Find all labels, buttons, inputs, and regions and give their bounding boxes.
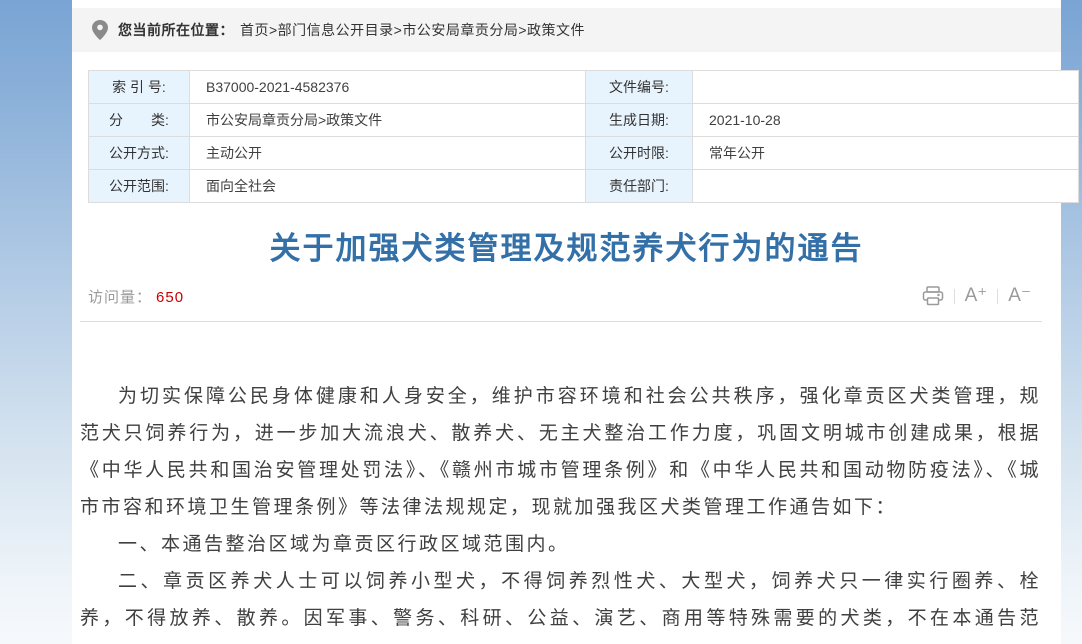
meta-label-generated-date: 生成日期: [586,104,693,137]
table-row: 公开范围: 面向全社会 责任部门: [89,170,1079,203]
meta-value-disclosure-method: 主动公开 [190,137,586,170]
title-divider [80,321,1042,322]
printer-icon[interactable] [912,286,954,306]
visits-toolbar-row: 访问量：650 A⁺ A⁻ [88,283,1041,309]
font-decrease-icon[interactable]: A⁻ [998,285,1041,307]
meta-label-file-number: 文件编号: [586,71,693,104]
meta-value-category: 市公安局章贡分局>政策文件 [190,104,586,137]
table-row: 分 类: 市公安局章贡分局>政策文件 生成日期: 2021-10-28 [89,104,1079,137]
meta-label-disclosure-method: 公开方式: [89,137,190,170]
table-row: 公开方式: 主动公开 公开时限: 常年公开 [89,137,1079,170]
meta-value-file-number [693,71,1079,104]
page-title: 关于加强犬类管理及规范养犬行为的通告 [72,229,1061,269]
meta-value-index-number: B37000-2021-4582376 [190,71,586,104]
meta-label-disclosure-scope: 公开范围: [89,170,190,203]
document-meta-table: 索 引 号: B37000-2021-4582376 文件编号: 分 类: 市公… [88,70,1079,203]
breadcrumb-label: 您当前所在位置： [118,20,234,40]
visit-count-value: 650 [156,289,184,306]
visit-count-label: 访问量： [88,289,152,306]
font-increase-icon[interactable]: A⁺ [955,285,998,307]
meta-value-disclosure-period: 常年公开 [693,137,1079,170]
article-paragraph: 一、本通告整治区域为章贡区行政区域范围内。 [80,526,1041,563]
article-tools: A⁺ A⁻ [912,285,1041,307]
content-panel: 您当前所在位置： 首页>部门信息公开目录>市公安局章贡分局>政策文件 索 引 号… [72,0,1061,644]
page-background: 您当前所在位置： 首页>部门信息公开目录>市公安局章贡分局>政策文件 索 引 号… [0,0,1082,644]
article-paragraph: 二、章贡区养犬人士可以饲养小型犬，不得饲养烈性犬、大型犬，饲养犬只一律实行圈养、… [80,563,1041,644]
breadcrumb-path[interactable]: 首页>部门信息公开目录>市公安局章贡分局>政策文件 [240,20,585,40]
meta-value-disclosure-scope: 面向全社会 [190,170,586,203]
meta-value-responsible-dept [693,170,1079,203]
visit-count: 访问量：650 [88,286,184,307]
breadcrumb: 您当前所在位置： 首页>部门信息公开目录>市公安局章贡分局>政策文件 [72,8,1061,52]
meta-label-disclosure-period: 公开时限: [586,137,693,170]
meta-value-generated-date: 2021-10-28 [693,104,1079,137]
article-paragraph: 为切实保障公民身体健康和人身安全，维护市容环境和社会公共秩序，强化章贡区犬类管理… [80,378,1041,526]
meta-label-responsible-dept: 责任部门: [586,170,693,203]
table-row: 索 引 号: B37000-2021-4582376 文件编号: [89,71,1079,104]
article-body: 为切实保障公民身体健康和人身安全，维护市容环境和社会公共秩序，强化章贡区犬类管理… [80,378,1041,644]
meta-label-category: 分 类: [89,104,190,137]
meta-label-index-number: 索 引 号: [89,71,190,104]
location-pin-icon [92,20,108,40]
